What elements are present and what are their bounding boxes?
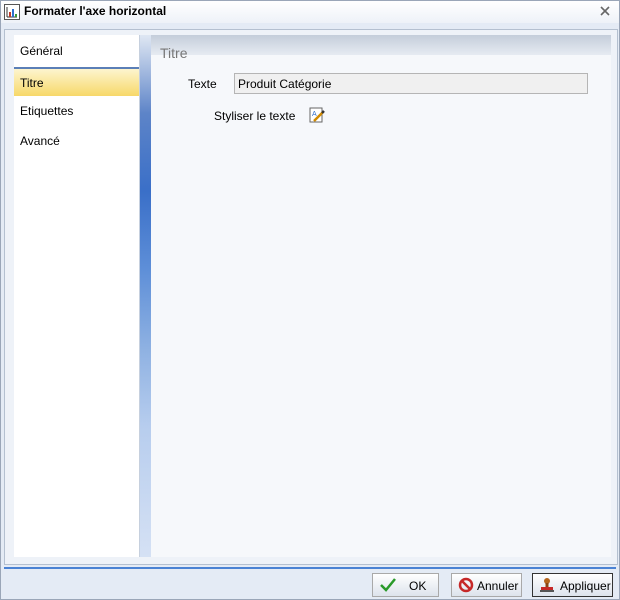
content-panel: Titre Texte Styliser le texte A	[151, 35, 611, 557]
nav-splitter[interactable]	[140, 35, 151, 557]
style-text-label: Styliser le texte	[214, 109, 296, 123]
nav-item-titre[interactable]: Titre	[14, 67, 139, 96]
dialog-window: Formater l'axe horizontal Général Titre …	[0, 0, 620, 600]
style-text-icon[interactable]: A	[309, 107, 325, 123]
cancel-button-label: Annuler	[477, 579, 519, 593]
dialog-title: Formater l'axe horizontal	[24, 4, 167, 18]
checkmark-icon	[379, 577, 396, 593]
section-title: Titre	[160, 45, 188, 61]
chart-axis-icon	[4, 4, 20, 20]
apply-button-label: Appliquer	[560, 579, 611, 593]
dialog-body: Général Titre Etiquettes Avancé Titre Te…	[4, 29, 618, 565]
stamp-icon	[539, 577, 555, 593]
no-sign-icon	[458, 577, 474, 593]
close-icon[interactable]	[598, 5, 612, 19]
ok-button-label: OK	[409, 579, 427, 593]
apply-button[interactable]: Appliquer	[532, 573, 613, 597]
nav-item-general[interactable]: Général	[14, 37, 139, 66]
nav-item-avance[interactable]: Avancé	[14, 127, 139, 156]
svg-text:A: A	[312, 111, 317, 118]
nav-item-etiquettes[interactable]: Etiquettes	[14, 97, 139, 126]
ok-button[interactable]: OK	[372, 573, 439, 597]
nav-panel: Général Titre Etiquettes Avancé	[14, 35, 140, 557]
text-label: Texte	[188, 77, 217, 91]
title-text-input[interactable]	[234, 73, 588, 94]
section-header	[151, 35, 611, 55]
title-bar[interactable]: Formater l'axe horizontal	[1, 1, 619, 23]
footer-divider	[4, 567, 616, 569]
cancel-button[interactable]: Annuler	[451, 573, 522, 597]
